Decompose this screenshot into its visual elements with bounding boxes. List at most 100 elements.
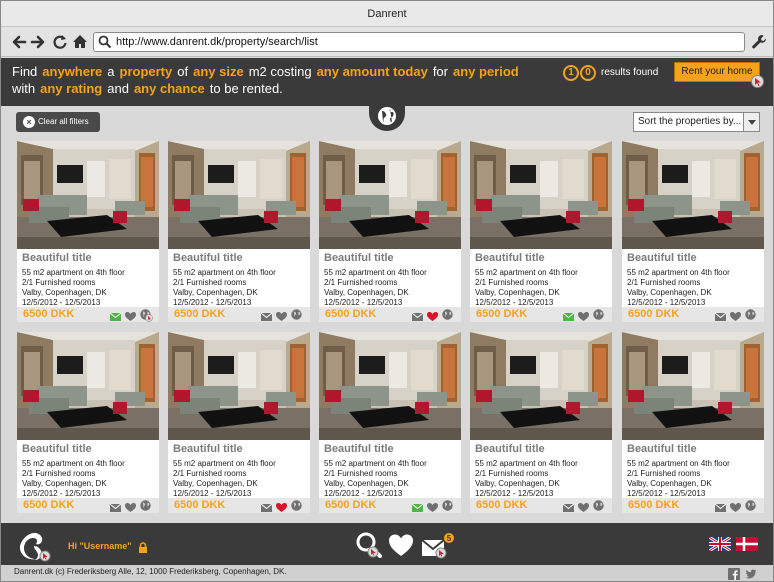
sentence-text: of (177, 64, 189, 79)
listing-rooms: 2/1 Furnished rooms (22, 469, 96, 478)
heart-icon[interactable] (578, 309, 589, 321)
danish-flag-icon[interactable] (736, 537, 758, 551)
listing-rooms: 2/1 Furnished rooms (627, 278, 701, 287)
listing-title[interactable]: Beautiful title (173, 443, 243, 455)
window-title: Danrent (1, 1, 773, 27)
period-filter-link[interactable]: any period (453, 64, 519, 79)
clear-filters-label: Clear all filters (38, 117, 89, 126)
listing-footer: 6500 DKK (168, 498, 310, 513)
size-filter-link[interactable]: any size (193, 64, 244, 79)
heart-icon[interactable] (276, 309, 287, 321)
listing-card[interactable]: Beautiful title 55 m2 apartment on 4th fl… (17, 141, 159, 322)
listing-card[interactable]: Beautiful title 55 m2 apartment on 4th fl… (470, 332, 612, 513)
listing-card[interactable]: Beautiful title 55 m2 apartment on 4th fl… (17, 332, 159, 513)
listing-price: 6500 DKK (23, 308, 75, 320)
listing-title[interactable]: Beautiful title (475, 443, 545, 455)
globe-icon[interactable] (593, 500, 604, 511)
globe-icon[interactable] (442, 500, 453, 511)
property-type-filter-link[interactable]: property (120, 64, 173, 79)
globe-icon (378, 107, 396, 125)
facebook-icon[interactable] (728, 567, 740, 580)
listing-title[interactable]: Beautiful title (22, 443, 92, 455)
heart-icon[interactable] (276, 500, 287, 512)
listing-card[interactable]: Beautiful title 55 m2 apartment on 4th fl… (319, 332, 461, 513)
listing-photo[interactable] (168, 141, 310, 249)
globe-icon[interactable] (745, 309, 756, 320)
listing-dates: 12/5/2012 - 12/5/2013 (22, 489, 101, 498)
listing-title[interactable]: Beautiful title (324, 252, 394, 264)
listing-photo[interactable] (319, 141, 461, 249)
heart-icon[interactable] (125, 500, 136, 512)
listing-photo[interactable] (168, 332, 310, 440)
listing-card[interactable]: Beautiful title 55 m2 apartment on 4th fl… (622, 332, 764, 513)
listing-photo[interactable] (622, 141, 764, 249)
globe-icon[interactable] (291, 500, 302, 511)
listing-title[interactable]: Beautiful title (22, 252, 92, 264)
heart-icon[interactable] (730, 500, 741, 512)
map-view-toggle[interactable] (369, 101, 405, 131)
listing-photo[interactable] (470, 141, 612, 249)
heart-icon[interactable] (730, 309, 741, 321)
url-input[interactable] (116, 34, 736, 50)
home-icon[interactable] (72, 34, 88, 50)
mail-icon[interactable] (714, 309, 727, 321)
listing-photo[interactable] (319, 332, 461, 440)
mail-icon[interactable] (562, 309, 575, 321)
back-arrow-icon[interactable] (11, 34, 27, 50)
listing-photo[interactable] (17, 332, 159, 440)
reload-icon[interactable] (52, 34, 68, 50)
mail-icon[interactable] (562, 500, 575, 512)
lock-icon[interactable] (138, 540, 148, 553)
heart-icon[interactable] (427, 309, 438, 321)
listing-photo[interactable] (470, 332, 612, 440)
listing-card[interactable]: Beautiful title 55 m2 apartment on 4th fl… (319, 141, 461, 322)
mail-icon[interactable] (714, 500, 727, 512)
listing-title[interactable]: Beautiful title (324, 443, 394, 455)
globe-icon[interactable] (140, 309, 153, 322)
listing-card[interactable]: Beautiful title 55 m2 apartment on 4th fl… (470, 141, 612, 322)
sentence-text: a (107, 64, 115, 79)
location-filter-link[interactable]: anywhere (42, 64, 102, 79)
rent-your-home-button[interactable]: Rent your home (674, 62, 764, 88)
listing-photo[interactable] (17, 141, 159, 249)
globe-icon[interactable] (593, 309, 604, 320)
uk-flag-icon[interactable] (708, 535, 732, 553)
globe-icon[interactable] (745, 500, 756, 511)
listing-dates: 12/5/2012 - 12/5/2013 (324, 489, 403, 498)
listing-location: Valby, Copenhagen, DK (22, 288, 107, 297)
price-filter-link[interactable]: any amount today (317, 64, 428, 79)
search-icon[interactable] (355, 531, 383, 559)
chance-filter-link[interactable]: any chance (134, 81, 205, 96)
listing-title[interactable]: Beautiful title (475, 252, 545, 264)
mail-icon[interactable] (260, 309, 273, 321)
address-bar[interactable] (93, 32, 745, 52)
heart-icon[interactable] (387, 531, 415, 559)
twitter-icon[interactable] (745, 567, 757, 579)
listing-title[interactable]: Beautiful title (627, 252, 697, 264)
mail-icon[interactable] (411, 309, 424, 321)
heart-icon[interactable] (427, 500, 438, 512)
rating-filter-link[interactable]: any rating (40, 81, 102, 96)
mail-icon[interactable] (260, 500, 273, 512)
listing-title[interactable]: Beautiful title (627, 443, 697, 455)
listing-size: 55 m2 apartment on 4th floor (22, 268, 125, 277)
listing-photo[interactable] (622, 332, 764, 440)
heart-icon[interactable] (578, 500, 589, 512)
globe-icon[interactable] (442, 309, 453, 320)
listing-title[interactable]: Beautiful title (173, 252, 243, 264)
globe-icon[interactable] (140, 500, 151, 511)
mail-icon[interactable] (109, 500, 122, 512)
listing-card[interactable]: Beautiful title 55 m2 apartment on 4th fl… (622, 141, 764, 322)
mail-icon[interactable] (109, 309, 122, 321)
listing-card[interactable]: Beautiful title 55 m2 apartment on 4th fl… (168, 332, 310, 513)
listing-card[interactable]: Beautiful title 55 m2 apartment on 4th fl… (168, 141, 310, 322)
wrench-icon[interactable] (751, 34, 767, 50)
mail-icon[interactable]: 5 (421, 531, 455, 559)
globe-icon[interactable] (291, 309, 302, 320)
heart-icon[interactable] (125, 309, 136, 321)
clear-all-filters-button[interactable]: × Clear all filters (16, 112, 100, 132)
sort-dropdown[interactable]: Sort the properties by... (633, 112, 760, 132)
forward-arrow-icon[interactable] (30, 34, 46, 50)
mail-icon[interactable] (411, 500, 424, 512)
user-greeting[interactable]: Hi "Username" (68, 541, 132, 551)
